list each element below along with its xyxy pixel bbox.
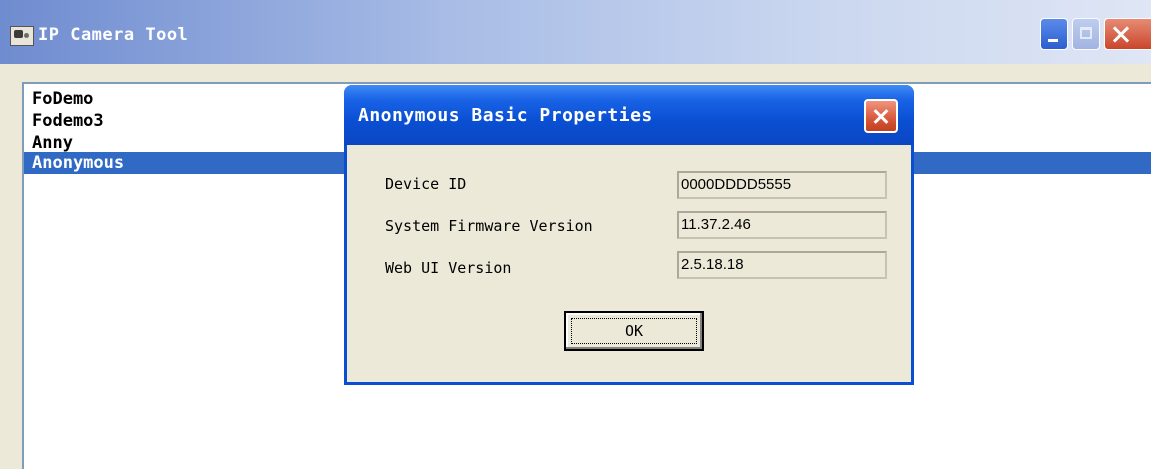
minimize-button[interactable] — [1040, 18, 1068, 50]
maximize-button[interactable] — [1072, 18, 1100, 50]
firmware-version-label: System Firmware Version — [385, 217, 593, 235]
window-title: IP Camera Tool — [38, 25, 189, 45]
close-window-button[interactable] — [1104, 18, 1151, 50]
ok-button-label: OK — [571, 318, 697, 344]
properties-dialog: Anonymous Basic Properties Device ID 000… — [344, 85, 914, 385]
dialog-title: Anonymous Basic Properties — [358, 105, 653, 126]
web-ui-version-label: Web UI Version — [385, 259, 512, 277]
dialog-close-button[interactable] — [864, 99, 898, 133]
camera-app-icon — [10, 26, 34, 46]
ok-button[interactable]: OK — [564, 311, 704, 351]
web-ui-version-field: 2.5.18.18 — [677, 251, 887, 279]
firmware-version-field: 11.37.2.46 — [677, 211, 887, 239]
main-title-bar[interactable]: IP Camera Tool — [0, 0, 1151, 64]
device-id-field: 0000DDDD5555 — [677, 171, 887, 199]
dialog-title-bar[interactable]: Anonymous Basic Properties — [344, 85, 914, 145]
device-id-label: Device ID — [385, 175, 467, 193]
